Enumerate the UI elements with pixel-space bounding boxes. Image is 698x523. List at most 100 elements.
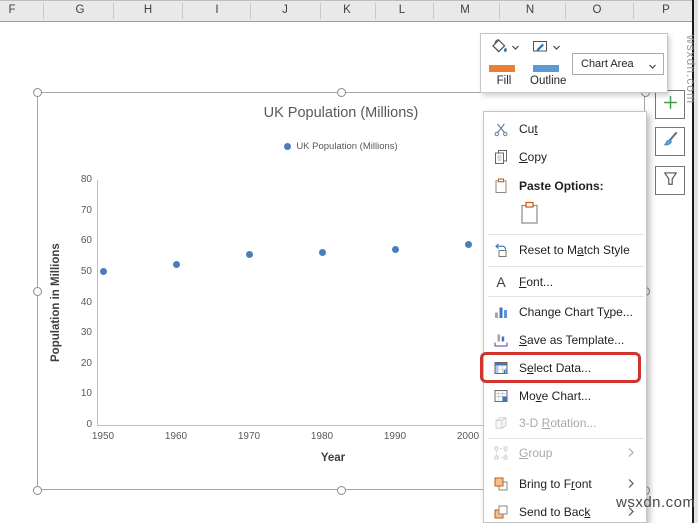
column-header-n[interactable]: N xyxy=(526,4,534,16)
menu-item-label: Bring to Front xyxy=(519,477,592,491)
outline-button[interactable]: Outline xyxy=(530,38,566,90)
x-axis-tick-label: 1990 xyxy=(375,431,415,442)
menu-separator xyxy=(488,266,644,267)
column-header-divider xyxy=(113,3,114,19)
chart-element-selector-value: Chart Area xyxy=(581,58,634,70)
column-header-m[interactable]: M xyxy=(460,4,470,16)
y-axis-tick-label: 70 xyxy=(68,205,92,216)
fill-chevron-down-icon[interactable] xyxy=(511,38,520,56)
menu-item-label: Copy xyxy=(519,150,547,164)
chart-resize-handle[interactable] xyxy=(337,486,346,495)
submenu-chevron-right-icon xyxy=(627,478,635,492)
fill-color-swatch xyxy=(489,65,515,72)
funnel-icon xyxy=(662,170,679,192)
plus-icon xyxy=(662,94,679,116)
x-axis-title[interactable]: Year xyxy=(303,452,363,464)
column-header-divider xyxy=(633,3,634,19)
menu-item-label: Cut xyxy=(519,122,538,136)
fill-button[interactable]: Fill xyxy=(489,38,519,90)
column-header-g[interactable]: G xyxy=(76,4,85,16)
selector-chevron-down-icon xyxy=(648,61,657,73)
menu-separator xyxy=(488,296,644,297)
column-headers: F G H I J K L M N O P xyxy=(0,0,694,22)
copy-icon xyxy=(491,149,511,165)
y-axis-title[interactable]: Population in Millions xyxy=(50,180,67,425)
data-point[interactable] xyxy=(392,246,399,253)
chart-elements-button[interactable] xyxy=(655,90,685,119)
y-axis-tick-label: 20 xyxy=(68,358,92,369)
menu-item-move-chart[interactable]: Move Chart... xyxy=(485,382,645,410)
move-chart-icon xyxy=(491,388,511,404)
brush-icon xyxy=(661,130,679,153)
y-axis-tick-label: 0 xyxy=(68,419,92,430)
svg-text:A: A xyxy=(496,274,506,290)
chart-element-selector[interactable]: Chart Area xyxy=(572,53,664,75)
menu-item-label: Paste Options: xyxy=(519,179,604,193)
menu-item-reset-to-match-style[interactable]: Reset to Match Style xyxy=(485,236,645,264)
column-header-o[interactable]: O xyxy=(593,4,602,16)
y-axis-tick-label: 80 xyxy=(68,174,92,185)
watermark-side: wsxdn.com xyxy=(684,35,698,104)
font-icon: A xyxy=(491,274,511,290)
x-axis-tick-label: 1970 xyxy=(229,431,269,442)
menu-item-change-chart-type[interactable]: Change Chart Type... xyxy=(485,298,645,326)
chart-resize-handle[interactable] xyxy=(337,88,346,97)
mini-toolbar: Fill Outline Chart Area xyxy=(480,33,668,93)
menu-item-font[interactable]: A Font... xyxy=(485,268,645,296)
chart-filters-button[interactable] xyxy=(655,166,685,195)
chart-type-icon xyxy=(491,304,511,320)
menu-separator xyxy=(488,234,644,235)
y-axis-tick-label: 60 xyxy=(68,235,92,246)
data-point[interactable] xyxy=(246,251,253,258)
data-point[interactable] xyxy=(465,241,472,248)
fill-label: Fill xyxy=(489,75,519,87)
chart-styles-button[interactable] xyxy=(655,127,685,156)
column-header-divider xyxy=(320,3,321,19)
scissors-icon xyxy=(491,121,511,137)
menu-item-paste-keep-formatting[interactable] xyxy=(517,202,543,228)
x-axis-tick-label: 1950 xyxy=(83,431,123,442)
menu-item-label: Save as Template... xyxy=(519,333,624,347)
outline-color-swatch xyxy=(533,65,559,72)
column-header-k[interactable]: K xyxy=(343,4,351,16)
menu-item-label: Reset to Match Style xyxy=(519,243,630,257)
data-point[interactable] xyxy=(319,249,326,256)
menu-item-3d-rotation: 3-D Rotation... xyxy=(485,409,645,437)
data-point[interactable] xyxy=(173,261,180,268)
y-axis-tick-label: 40 xyxy=(68,297,92,308)
column-header-l[interactable]: L xyxy=(399,4,405,16)
menu-item-cut[interactable]: Cut xyxy=(485,115,645,143)
data-point[interactable] xyxy=(100,268,107,275)
menu-item-save-as-template[interactable]: Save as Template... xyxy=(485,326,645,354)
column-header-f[interactable]: F xyxy=(8,4,15,16)
menu-item-paste-options[interactable]: Paste Options: xyxy=(485,172,645,200)
excel-worksheet: FGHIJKLMNOP UK Population (Millions) UK … xyxy=(0,0,698,523)
chart-resize-handle[interactable] xyxy=(33,287,42,296)
paste-clipboard-icon xyxy=(520,201,540,230)
column-header-p[interactable]: P xyxy=(662,4,670,16)
outline-chevron-down-icon[interactable] xyxy=(552,38,561,56)
clipboard-icon xyxy=(491,178,511,194)
column-header-j[interactable]: J xyxy=(282,4,288,16)
outline-label: Outline xyxy=(530,75,566,87)
cube-icon xyxy=(491,415,511,431)
group-icon xyxy=(491,445,511,461)
reset-icon xyxy=(491,242,511,258)
menu-item-label: Group xyxy=(519,446,552,460)
column-header-divider xyxy=(43,3,44,19)
chart-resize-handle[interactable] xyxy=(33,88,42,97)
x-axis-tick-label: 1980 xyxy=(302,431,342,442)
menu-item-label: Change Chart Type... xyxy=(519,305,633,319)
column-header-i[interactable]: I xyxy=(215,4,218,16)
y-axis-line xyxy=(97,180,98,425)
menu-item-copy[interactable]: Copy xyxy=(485,143,645,171)
x-axis-tick-label: 1960 xyxy=(156,431,196,442)
chart-resize-handle[interactable] xyxy=(33,486,42,495)
submenu-chevron-right-icon xyxy=(627,447,635,461)
template-icon xyxy=(491,332,511,348)
menu-item-label: Font... xyxy=(519,275,553,289)
column-header-divider xyxy=(375,3,376,19)
column-header-h[interactable]: H xyxy=(144,4,152,16)
menu-item-label: Move Chart... xyxy=(519,389,591,403)
send-back-icon xyxy=(491,504,511,520)
